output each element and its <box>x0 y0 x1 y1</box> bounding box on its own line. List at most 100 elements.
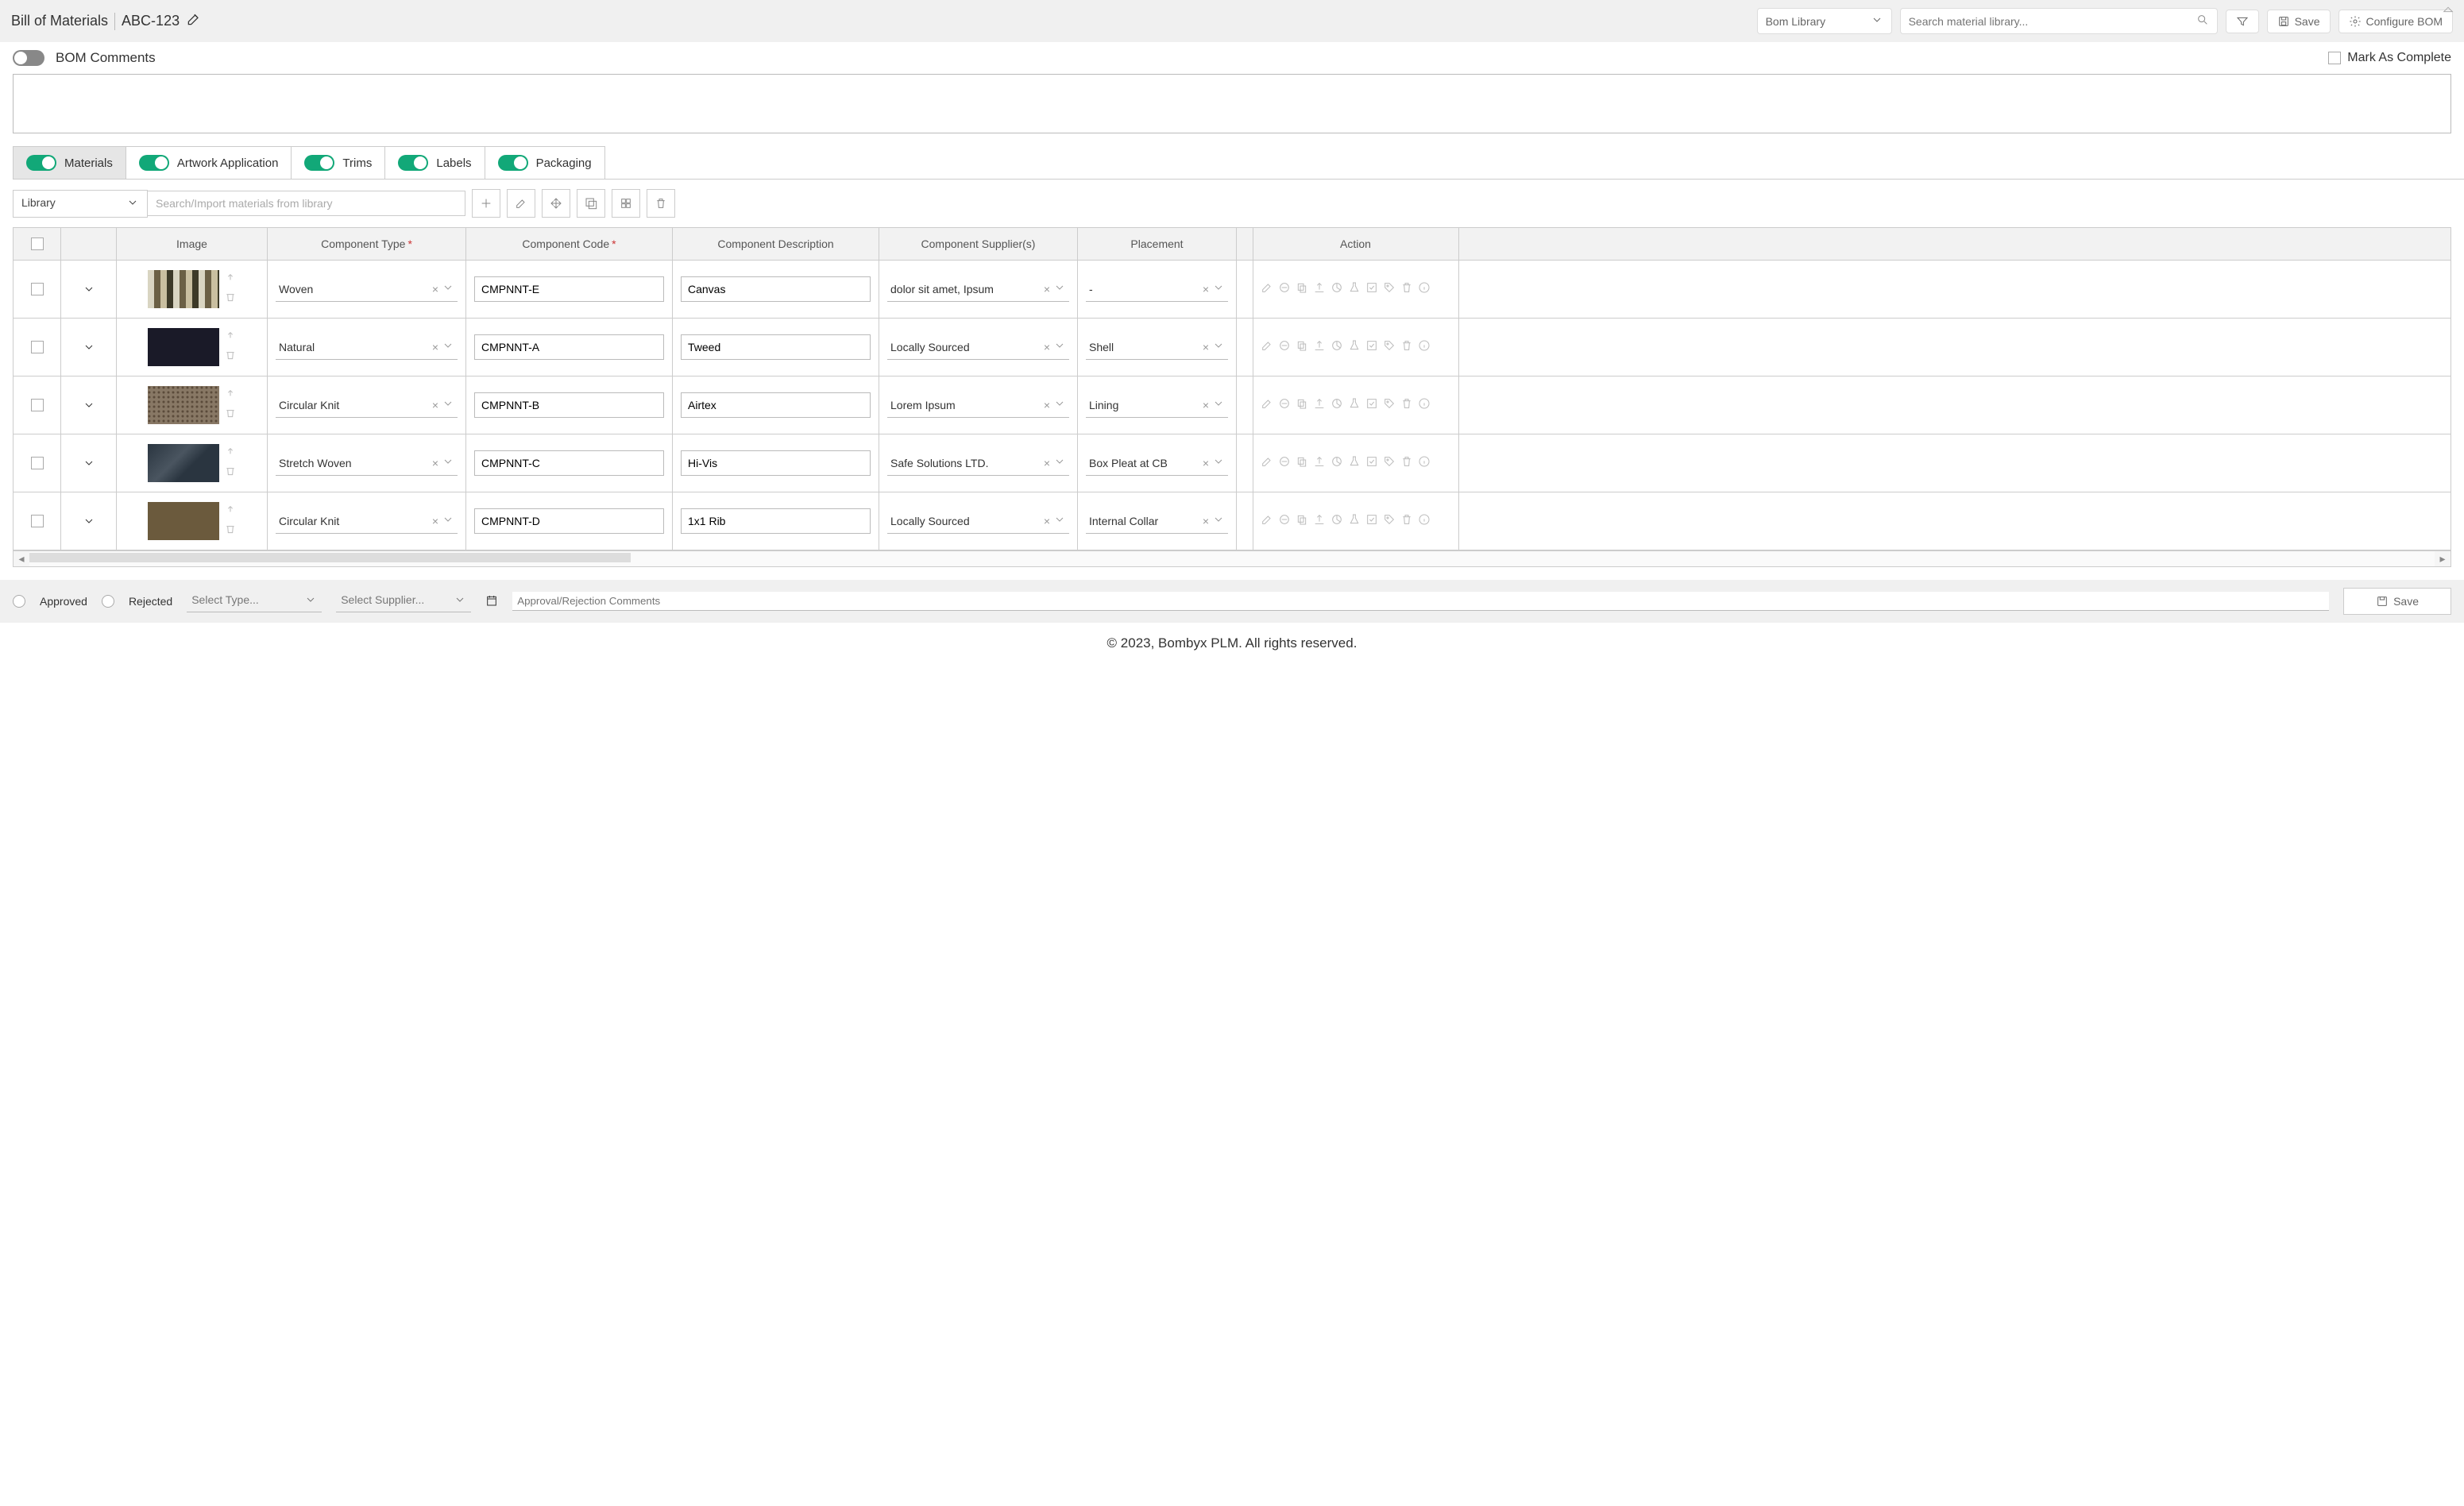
approve-icon[interactable] <box>1365 455 1378 472</box>
save-button[interactable]: Save <box>2267 10 2331 33</box>
clear-icon[interactable]: × <box>432 457 438 469</box>
select-type-dropdown[interactable]: Select Type... <box>187 590 322 612</box>
pie-icon[interactable] <box>1330 281 1343 298</box>
info-icon[interactable] <box>1418 455 1431 472</box>
material-search-input[interactable] <box>1909 15 2196 28</box>
tab-toggle[interactable] <box>26 155 56 171</box>
row-checkbox[interactable] <box>31 283 44 295</box>
edit-icon[interactable] <box>1261 455 1273 472</box>
approve-icon[interactable] <box>1365 513 1378 530</box>
trash-icon[interactable] <box>1400 339 1413 356</box>
pie-icon[interactable] <box>1330 455 1343 472</box>
swatch-delete-icon[interactable] <box>224 465 237 480</box>
not-allowed-icon[interactable] <box>1278 397 1291 414</box>
component-description-input[interactable] <box>681 392 871 418</box>
component-code-input[interactable] <box>474 392 664 418</box>
clear-icon[interactable]: × <box>1203 457 1209 469</box>
tag-icon[interactable] <box>1383 281 1396 298</box>
swatch-upload-icon[interactable] <box>224 272 237 288</box>
tab-toggle[interactable] <box>304 155 334 171</box>
component-supplier-select[interactable]: Lorem Ipsum× <box>887 392 1069 418</box>
clear-icon[interactable]: × <box>1044 457 1050 469</box>
search-icon[interactable] <box>2196 14 2209 29</box>
select-supplier-dropdown[interactable]: Select Supplier... <box>336 590 471 612</box>
scroll-left-icon[interactable]: ◂ <box>14 552 29 566</box>
component-description-input[interactable] <box>681 334 871 360</box>
component-supplier-select[interactable]: Locally Sourced× <box>887 334 1069 360</box>
footer-save-button[interactable]: Save <box>2343 588 2451 615</box>
component-type-select[interactable]: Natural× <box>276 334 458 360</box>
clear-icon[interactable]: × <box>432 341 438 353</box>
upload-icon[interactable] <box>1313 455 1326 472</box>
approved-radio[interactable] <box>13 595 25 608</box>
tag-icon[interactable] <box>1383 513 1396 530</box>
trash-icon[interactable] <box>1400 513 1413 530</box>
configure-bom-button[interactable]: Configure BOM <box>2338 10 2453 33</box>
beaker-icon[interactable] <box>1348 513 1361 530</box>
info-icon[interactable] <box>1418 339 1431 356</box>
move-button[interactable] <box>542 189 570 218</box>
placement-select[interactable]: Lining× <box>1086 392 1228 418</box>
delete-button[interactable] <box>647 189 675 218</box>
clear-icon[interactable]: × <box>1203 515 1209 527</box>
component-type-select[interactable]: Stretch Woven× <box>276 450 458 476</box>
filter-button[interactable] <box>2226 10 2259 33</box>
edit-icon[interactable] <box>1261 513 1273 530</box>
placement-select[interactable]: -× <box>1086 276 1228 302</box>
not-allowed-icon[interactable] <box>1278 281 1291 298</box>
tab-artwork-application[interactable]: Artwork Application <box>126 146 292 179</box>
mark-complete-checkbox[interactable] <box>2328 52 2341 64</box>
approve-icon[interactable] <box>1365 281 1378 298</box>
not-allowed-icon[interactable] <box>1278 513 1291 530</box>
copy-icon[interactable] <box>1296 397 1308 414</box>
clear-icon[interactable]: × <box>1203 399 1209 411</box>
row-checkbox[interactable] <box>31 457 44 469</box>
expand-row-button[interactable] <box>61 492 117 550</box>
not-allowed-icon[interactable] <box>1278 455 1291 472</box>
swatch-upload-icon[interactable] <box>224 388 237 404</box>
tab-packaging[interactable]: Packaging <box>485 146 605 179</box>
horizontal-scrollbar[interactable]: ◂ ▸ <box>13 551 2451 567</box>
component-description-input[interactable] <box>681 508 871 534</box>
pie-icon[interactable] <box>1330 397 1343 414</box>
edit-icon[interactable] <box>1261 281 1273 298</box>
clear-icon[interactable]: × <box>432 399 438 411</box>
collapse-arrow-icon[interactable] <box>2442 3 2459 14</box>
swatch-upload-icon[interactable] <box>224 504 237 519</box>
export-button[interactable] <box>577 189 605 218</box>
trash-icon[interactable] <box>1400 281 1413 298</box>
tab-toggle[interactable] <box>398 155 428 171</box>
row-checkbox[interactable] <box>31 399 44 411</box>
copy-icon[interactable] <box>1296 455 1308 472</box>
scroll-right-icon[interactable]: ▸ <box>2435 552 2450 566</box>
info-icon[interactable] <box>1418 397 1431 414</box>
swatch-delete-icon[interactable] <box>224 407 237 422</box>
swatch-delete-icon[interactable] <box>224 349 237 364</box>
expand-row-button[interactable] <box>61 319 117 376</box>
clear-icon[interactable]: × <box>432 515 438 527</box>
edit-icon[interactable] <box>1261 339 1273 356</box>
expand-row-button[interactable] <box>61 376 117 434</box>
upload-icon[interactable] <box>1313 397 1326 414</box>
trash-icon[interactable] <box>1400 455 1413 472</box>
swatch-delete-icon[interactable] <box>224 523 237 538</box>
tag-icon[interactable] <box>1383 455 1396 472</box>
bom-comments-toggle[interactable] <box>13 50 44 66</box>
pie-icon[interactable] <box>1330 513 1343 530</box>
rejected-radio[interactable] <box>102 595 114 608</box>
beaker-icon[interactable] <box>1348 339 1361 356</box>
pie-icon[interactable] <box>1330 339 1343 356</box>
component-supplier-select[interactable]: Locally Sourced× <box>887 508 1069 534</box>
approve-icon[interactable] <box>1365 339 1378 356</box>
tab-toggle[interactable] <box>139 155 169 171</box>
swatch-delete-icon[interactable] <box>224 291 237 306</box>
bom-library-select[interactable]: Bom Library <box>1757 8 1892 34</box>
grid-view-button[interactable] <box>612 189 640 218</box>
library-search-input[interactable]: Search/Import materials from library <box>148 191 465 216</box>
upload-icon[interactable] <box>1313 339 1326 356</box>
component-supplier-select[interactable]: Safe Solutions LTD.× <box>887 450 1069 476</box>
swatch-upload-icon[interactable] <box>224 330 237 346</box>
placement-select[interactable]: Shell× <box>1086 334 1228 360</box>
approval-comments-input[interactable] <box>512 592 2329 611</box>
placement-select[interactable]: Internal Collar× <box>1086 508 1228 534</box>
